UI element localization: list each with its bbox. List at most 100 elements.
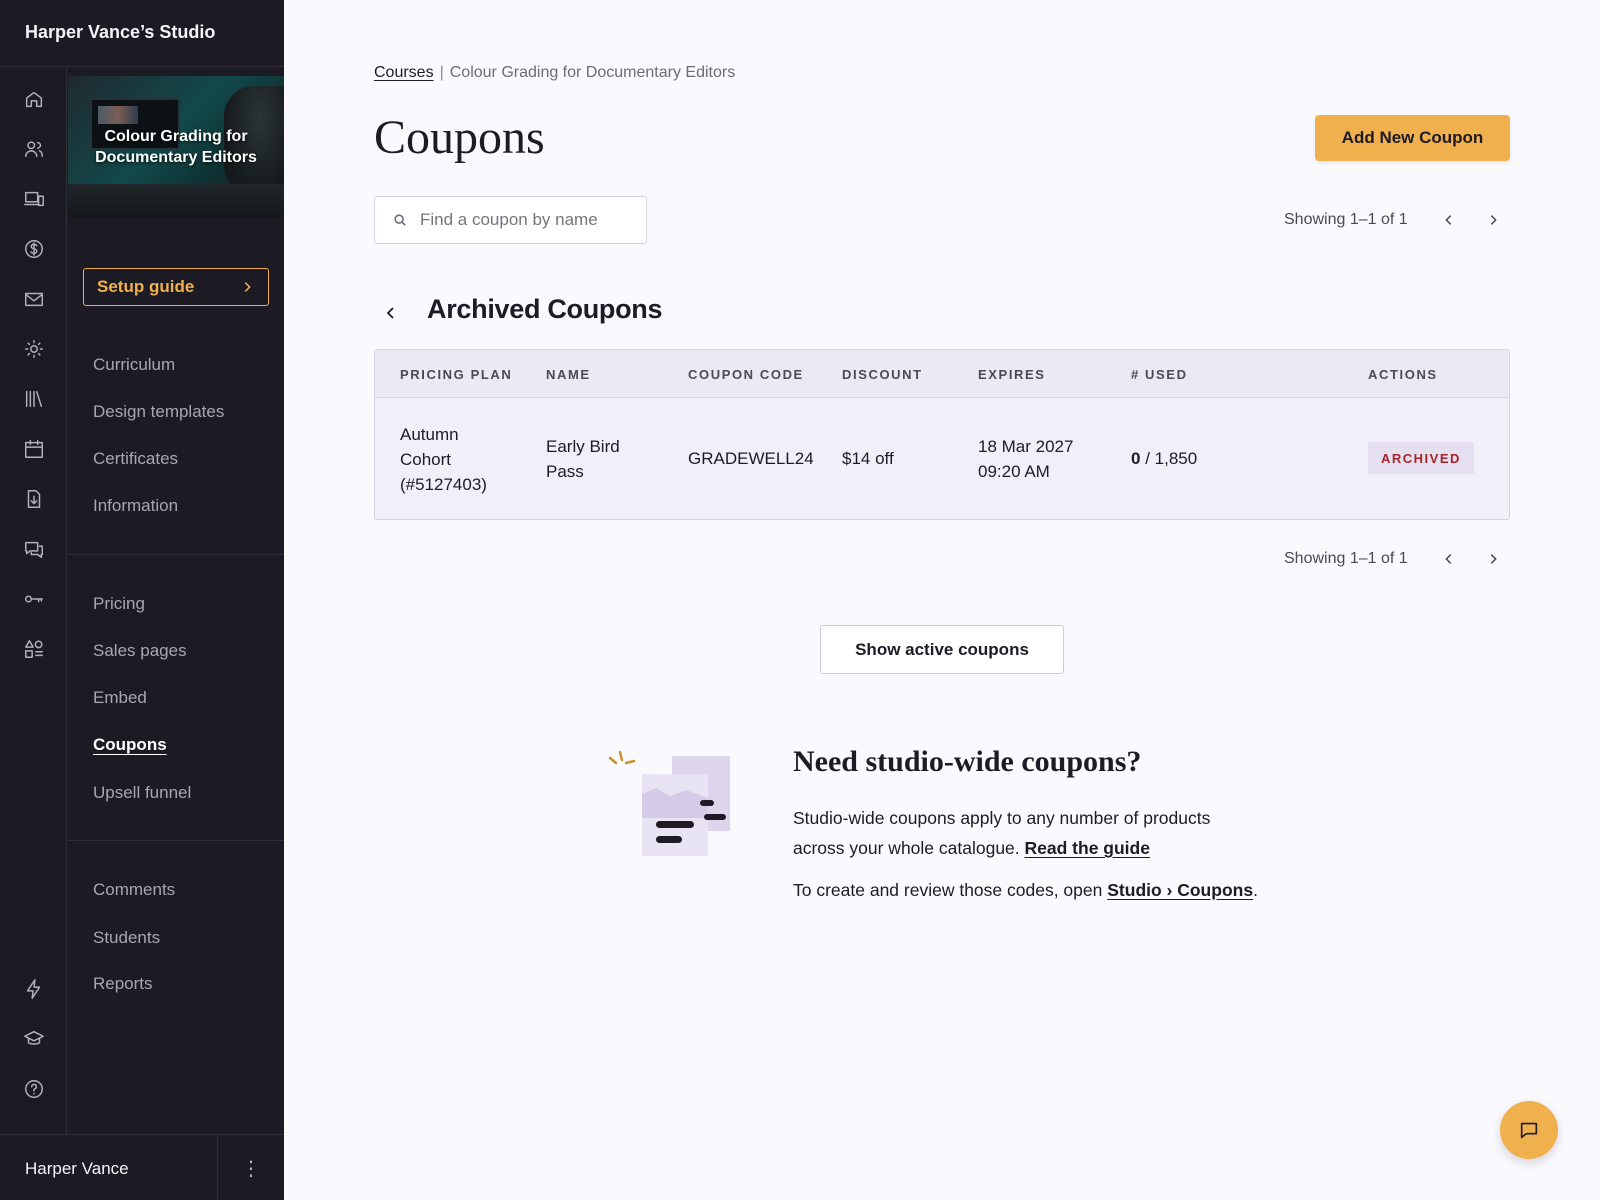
search-input[interactable] <box>420 210 630 230</box>
section-title: Archived Coupons <box>427 294 663 324</box>
chevron-right-icon <box>1490 215 1497 225</box>
add-new-coupon-button[interactable]: Add New Coupon <box>1315 115 1510 161</box>
cell-pricing-plan: Autumn Cohort (#5127403) <box>400 422 487 497</box>
status-badge: ARCHIVED <box>1368 442 1474 474</box>
prev-page-button[interactable] <box>1434 205 1464 235</box>
pagination-text: Showing 1–1 of 1 <box>1284 550 1408 567</box>
col-pricing-plan: PRICING PLAN <box>400 367 513 382</box>
nav-divider <box>68 554 284 555</box>
promo-text: . <box>1253 880 1258 900</box>
col-used: # USED <box>1131 367 1188 382</box>
mail-icon[interactable] <box>22 287 46 311</box>
next-page-button[interactable] <box>1478 544 1508 574</box>
course-thumbnail[interactable]: Colour Grading for Documentary Editors <box>68 76 284 218</box>
breadcrumb-courses-link[interactable]: Courses <box>374 64 434 81</box>
nav-embed[interactable]: Embed <box>93 688 147 708</box>
chevron-left-icon <box>1444 215 1451 225</box>
pagination-text: Showing 1–1 of 1 <box>1284 211 1408 228</box>
nav-pricing[interactable]: Pricing <box>93 594 145 614</box>
nav-upsell-funnel[interactable]: Upsell funnel <box>93 783 191 803</box>
page-title: Coupons <box>374 111 545 164</box>
setup-guide-label: Setup guide <box>97 277 195 296</box>
user-name[interactable]: Harper Vance <box>25 1159 129 1179</box>
chevron-left-icon <box>386 307 394 319</box>
col-actions: ACTIONS <box>1368 367 1438 382</box>
coupons-illustration-icon <box>608 750 730 856</box>
nav-coupons[interactable]: Coupons <box>93 735 167 755</box>
user-bar: Harper Vance ⋮ <box>0 1134 284 1200</box>
chevron-right-icon <box>1490 554 1497 564</box>
lightning-icon[interactable] <box>22 977 46 1001</box>
key-icon[interactable] <box>22 587 46 611</box>
plan-line: Autumn <box>400 425 459 444</box>
nav-comments[interactable]: Comments <box>93 880 175 900</box>
coupons-table: PRICING PLAN NAME COUPON CODE DISCOUNT E… <box>374 349 1510 520</box>
pagination-bottom: Showing 1–1 of 1 <box>1284 544 1508 574</box>
search-icon <box>394 214 406 226</box>
thumbnail-desk <box>68 184 284 218</box>
promo-text: To create and review those codes, open <box>793 880 1103 900</box>
nav-certificates[interactable]: Certificates <box>93 449 178 469</box>
nav-design-templates[interactable]: Design templates <box>93 402 224 422</box>
next-page-button[interactable] <box>1478 205 1508 235</box>
plan-line: Cohort <box>400 450 452 469</box>
home-icon[interactable] <box>22 87 46 111</box>
chevron-left-icon <box>1444 554 1451 564</box>
cell-used: 0 / 1,850 <box>1131 446 1197 471</box>
cell-discount: $14 off <box>842 449 894 468</box>
users-icon[interactable] <box>22 137 46 161</box>
show-active-coupons-button[interactable]: Show active coupons <box>820 625 1064 674</box>
expires-time: 09:20 AM <box>978 462 1050 481</box>
shapes-icon[interactable] <box>22 637 46 661</box>
nav-students[interactable]: Students <box>93 928 160 948</box>
dollar-icon[interactable] <box>22 237 46 261</box>
sidebar: Harper Vance’s Studio Colour Grading for… <box>0 0 284 1200</box>
download-doc-icon[interactable] <box>22 487 46 511</box>
chat-support-button[interactable] <box>1500 1101 1558 1159</box>
cell-coupon-code: GRADEWELL24 <box>688 449 814 468</box>
setup-guide-button[interactable]: Setup guide <box>83 268 269 306</box>
chat-bubble-icon <box>1520 1122 1538 1139</box>
studio-name[interactable]: Harper Vance’s Studio <box>0 0 284 67</box>
breadcrumb: Courses | Colour Grading for Documentary E… <box>374 64 735 82</box>
graduation-cap-icon[interactable] <box>22 1027 46 1051</box>
nav-sales-pages[interactable]: Sales pages <box>93 641 187 661</box>
chevron-right-icon <box>244 282 251 292</box>
nav-information[interactable]: Information <box>93 496 178 516</box>
col-expires: EXPIRES <box>978 367 1046 382</box>
help-icon[interactable] <box>22 1077 46 1101</box>
col-name: NAME <box>546 367 591 382</box>
prev-page-button[interactable] <box>1434 544 1464 574</box>
pagination-top: Showing 1–1 of 1 <box>1284 205 1508 235</box>
user-menu-button[interactable]: ⋮ <box>217 1135 284 1200</box>
course-card-title: Colour Grading for Documentary Editors <box>95 128 257 166</box>
col-discount: DISCOUNT <box>842 367 923 382</box>
calendar-icon[interactable] <box>22 437 46 461</box>
nav-divider <box>68 840 284 841</box>
sun-icon[interactable] <box>22 337 46 361</box>
coupon-search[interactable] <box>374 196 647 244</box>
used-total: / 1,850 <box>1145 449 1198 468</box>
nav-reports[interactable]: Reports <box>93 974 153 994</box>
table-header: PRICING PLAN NAME COUPON CODE DISCOUNT E… <box>375 350 1509 398</box>
chat-icon[interactable] <box>22 537 46 561</box>
main-content: Courses | Colour Grading for Documentary E… <box>284 0 1600 1200</box>
name-line: Early Bird <box>546 437 620 456</box>
promo-paragraph-2: To create and review those codes, open S… <box>793 875 1263 905</box>
cell-name: Early Bird Pass <box>546 434 620 484</box>
name-line: Pass <box>546 462 584 481</box>
expires-date: 18 Mar 2027 <box>978 437 1074 456</box>
library-icon[interactable] <box>22 387 46 411</box>
icon-rail <box>0 67 67 1134</box>
breadcrumb-current: Colour Grading for Documentary Editors <box>449 64 736 81</box>
back-button[interactable] <box>378 300 404 326</box>
devices-icon[interactable] <box>22 187 46 211</box>
studio-coupons-link[interactable]: Studio › Coupons <box>1107 880 1253 900</box>
read-guide-link[interactable]: Read the guide <box>1025 838 1150 858</box>
nav-curriculum[interactable]: Curriculum <box>93 355 175 375</box>
promo-title: Need studio-wide coupons? <box>793 745 1142 778</box>
used-count: 0 <box>1131 449 1141 468</box>
col-coupon-code: COUPON CODE <box>688 367 804 382</box>
promo-paragraph-1: Studio-wide coupons apply to any number … <box>793 803 1263 863</box>
cell-expires: 18 Mar 2027 09:20 AM <box>978 434 1073 484</box>
